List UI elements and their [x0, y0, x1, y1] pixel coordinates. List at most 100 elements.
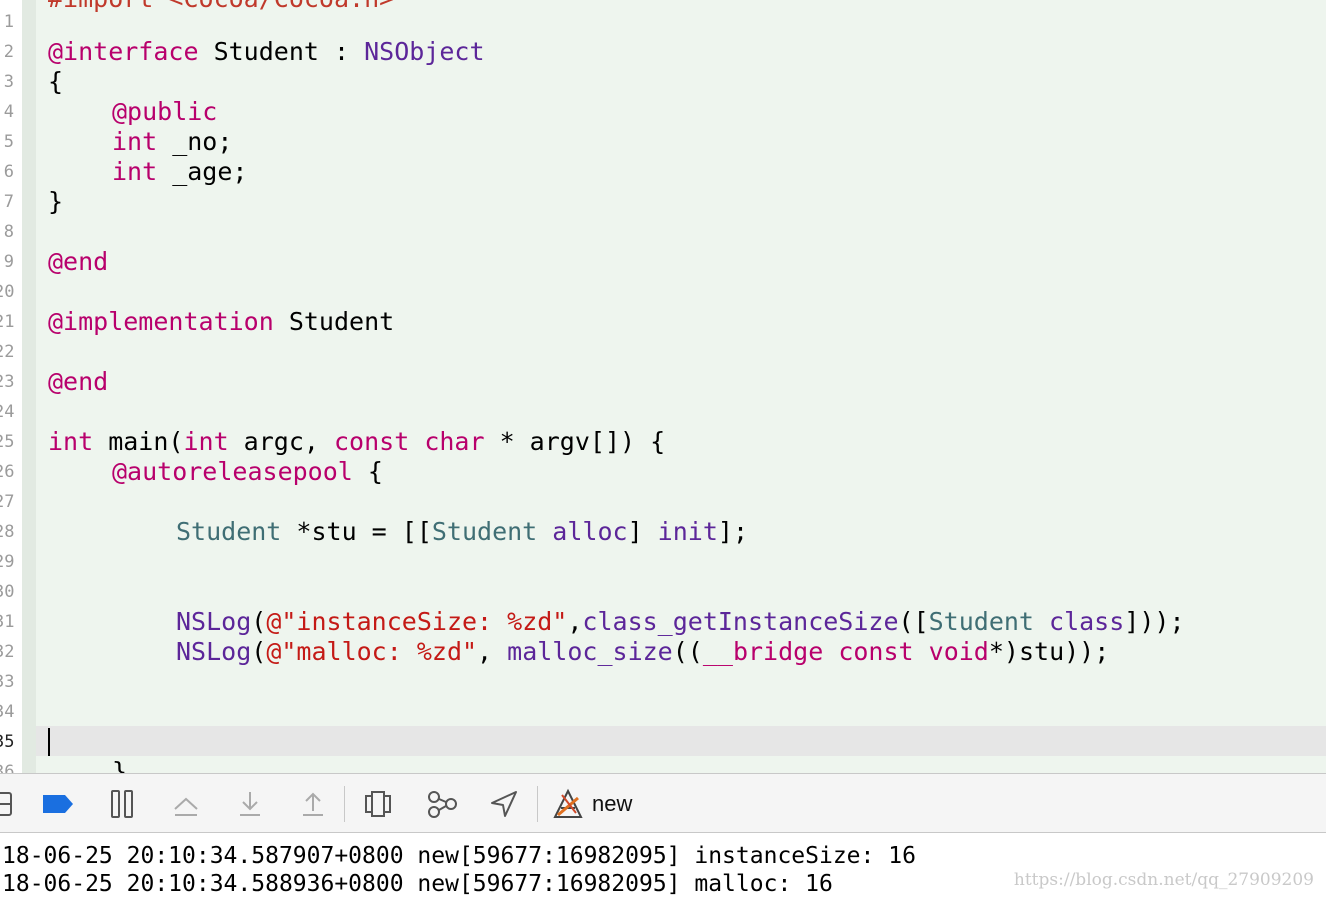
line-number: 27 [0, 492, 15, 512]
code-editor[interactable]: #import <Cocoa/Cocoa.h> @interface Stude… [0, 0, 1326, 773]
code-text: Student : [198, 37, 365, 66]
line-number: 33 [0, 672, 15, 692]
keyword: @interface [48, 37, 199, 66]
code-text: Student [273, 307, 395, 336]
line-number: 26 [0, 462, 15, 482]
line-number: 31 [0, 612, 15, 632]
line-number: 2 [3, 42, 14, 62]
app-icon[interactable] [550, 786, 586, 822]
code-line-nslog-malloc: NSLog(@"malloc: %zd", malloc_size((__bri… [176, 637, 1109, 667]
type-keyword: char [424, 427, 485, 456]
code-line-nslog-instance-size: NSLog(@"instanceSize: %zd",class_getInst… [176, 607, 1185, 637]
code-text: ]; [717, 517, 748, 546]
code-line-main: int main(int argc, const char * argv[]) … [48, 427, 665, 457]
code-line-ivar-age: int _age; [112, 157, 247, 187]
line-number: 35 [0, 732, 15, 752]
code-text: ( [251, 607, 267, 636]
code-text: , [567, 607, 583, 636]
process-name[interactable]: new [592, 790, 632, 818]
string-literal: @"malloc: %zd" [266, 637, 478, 666]
line-number: 3 [3, 72, 14, 92]
keyword: @autoreleasepool [112, 457, 353, 486]
code-text: main( [93, 427, 184, 456]
toolbar-divider [344, 786, 345, 822]
pause-icon[interactable] [104, 786, 140, 822]
code-line-end-implementation: @end [48, 367, 109, 396]
step-over-icon[interactable] [168, 786, 204, 822]
code-text: ])); [1124, 607, 1185, 636]
view-hierarchy-icon[interactable] [360, 786, 396, 822]
code-line-close-pool: } [112, 757, 128, 773]
console-toggle-icon[interactable] [0, 786, 18, 822]
superclass-name: NSObject [364, 37, 485, 66]
method-name: class [1049, 607, 1125, 636]
console-line: 18-06-25 20:10:34.588936+0800 new[59677:… [2, 871, 833, 897]
type-keyword: int [112, 127, 158, 156]
class-name: Student [928, 607, 1034, 636]
code-text: ( [251, 637, 267, 666]
code-line-alloc: Student *stu = [[Student alloc] init]; [176, 517, 748, 547]
type-keyword: int [183, 427, 229, 456]
string-literal: @"instanceSize: %zd" [266, 607, 568, 636]
code-line-open-brace: { [48, 67, 64, 96]
code-text: , [477, 637, 508, 666]
function-name: malloc_size [507, 637, 673, 666]
code-text: * argv[]) { [484, 427, 666, 456]
code-line-public: @public [112, 97, 218, 126]
line-number: 9 [3, 252, 14, 272]
memory-graph-icon[interactable] [424, 786, 460, 822]
code-line-autoreleasepool: @autoreleasepool { [112, 457, 383, 487]
line-number: 23 [0, 372, 15, 392]
step-out-icon[interactable] [295, 786, 331, 822]
line-number: 24 [0, 402, 15, 422]
type-keyword: int [112, 157, 158, 186]
watermark: https://blog.csdn.net/qq_27909209 [1013, 870, 1314, 890]
toolbar-divider [537, 786, 538, 822]
code-text: *)stu)); [988, 637, 1110, 666]
breakpoints-icon[interactable] [40, 786, 76, 822]
line-number: 30 [0, 582, 15, 602]
method-name: init [657, 517, 718, 546]
line-number: 25 [0, 432, 15, 452]
function-name: NSLog [176, 637, 252, 666]
line-number: 21 [0, 312, 15, 332]
line-number: 29 [0, 552, 15, 572]
type-keyword: void [928, 637, 989, 666]
class-name: Student [176, 517, 282, 546]
code-line-implementation: @implementation Student [48, 307, 394, 337]
line-number: 20 [0, 282, 15, 302]
type-keyword: int [48, 427, 94, 456]
type-keyword: const [838, 637, 914, 666]
code-text: _no; [157, 127, 233, 156]
function-name: class_getInstanceSize [582, 607, 899, 636]
code-line-close-brace: } [48, 187, 64, 216]
line-number: 22 [0, 342, 15, 362]
location-icon[interactable] [486, 786, 522, 822]
current-line-highlight [36, 726, 1326, 756]
console-line: 18-06-25 20:10:34.587907+0800 new[59677:… [2, 843, 916, 869]
code-line-end-interface: @end [48, 247, 109, 276]
code-text: ] [627, 517, 658, 546]
line-number: 28 [0, 522, 15, 542]
function-name: NSLog [176, 607, 252, 636]
line-number: 5 [3, 132, 14, 152]
debug-bar: new [0, 773, 1326, 833]
debug-console[interactable]: 18-06-25 20:10:34.587907+0800 new[59677:… [0, 833, 1326, 902]
line-number: 4 [3, 102, 14, 122]
method-name: alloc [552, 517, 628, 546]
code-text: ([ [898, 607, 929, 636]
code-line-interface: @interface Student : NSObject [48, 37, 485, 67]
type-keyword: const [333, 427, 410, 456]
keyword: @implementation [48, 307, 274, 336]
code-text: argc, [228, 427, 334, 456]
code-text: (( [672, 637, 703, 666]
line-number: 34 [0, 702, 15, 722]
code-text: *stu = [[ [281, 517, 432, 546]
step-into-icon[interactable] [232, 786, 268, 822]
code-line-import: #import <Cocoa/Cocoa.h> [48, 0, 394, 14]
code-folding-ribbon[interactable] [22, 0, 36, 773]
